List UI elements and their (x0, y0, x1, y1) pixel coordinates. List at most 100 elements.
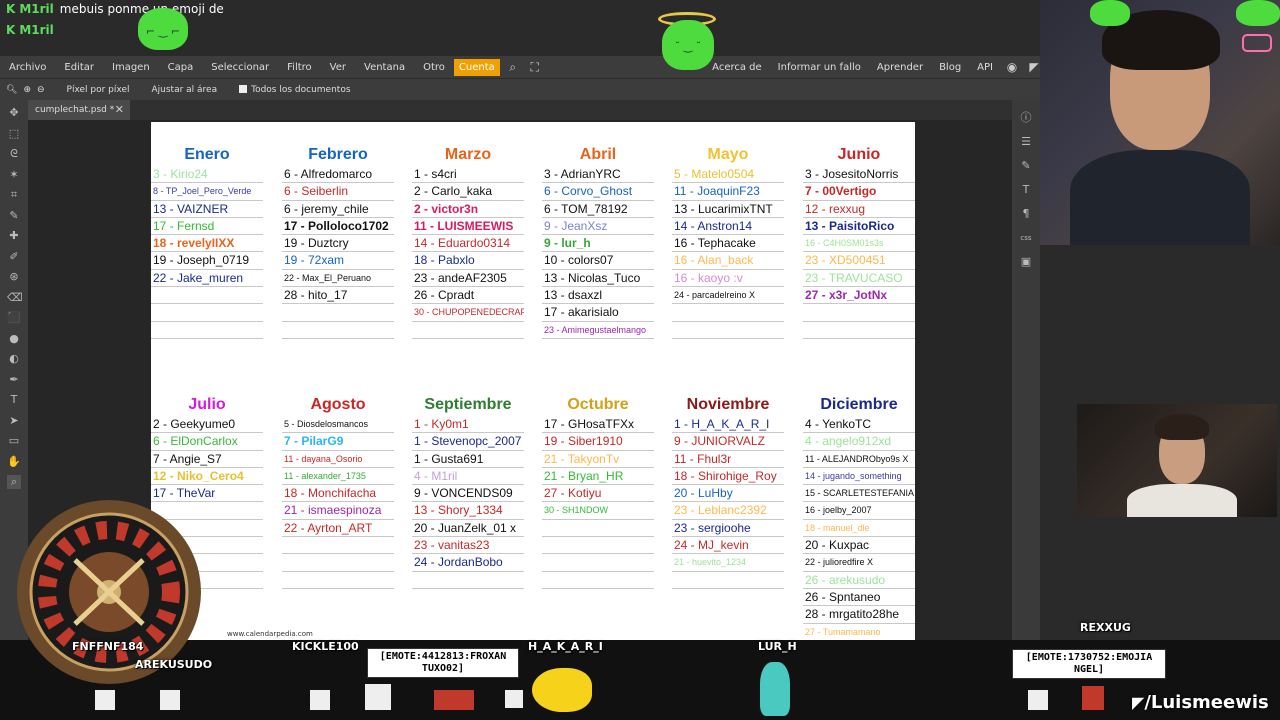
all-documents-option[interactable]: Todos los documentos (239, 85, 351, 95)
hand-icon[interactable]: 🔍︎ (6, 85, 17, 95)
overlay-name: H_A_K_A_R_I (528, 640, 603, 653)
reddit-icon[interactable]: ◉ (1005, 60, 1019, 74)
lasso-tool-icon[interactable]: ᘓ (7, 147, 21, 161)
menu-otro[interactable]: Otro (414, 62, 454, 73)
menu-archivo[interactable]: Archivo (0, 62, 55, 73)
menu-right-item[interactable]: Aprender (869, 62, 931, 73)
healing-brush-icon[interactable]: ✚ (7, 229, 21, 243)
angel-emote-icon: ˘ ‿ ˘ (662, 20, 714, 70)
birthday-entry: 12 - rexxug (803, 201, 915, 218)
birthday-entry: 6 - Seiberlin (282, 183, 394, 201)
chat-message: K M1ril mebuis ponme un emoji de (6, 2, 224, 16)
css-icon[interactable]: css (1018, 230, 1034, 246)
menu-bar: Archivo Editar Imagen Capa Seleccionar Filtro… (0, 56, 1045, 78)
birthday-entry: 23 - TRAVUCASO (803, 270, 915, 288)
birthday-entry: 19 - Duztcry (282, 235, 394, 253)
menu-right-item[interactable]: Informar un fallo (770, 62, 869, 73)
menu-right-item[interactable]: Acerca de (704, 62, 770, 73)
type-tool-icon[interactable]: T (7, 393, 21, 407)
brush-tool-icon[interactable]: ✐ (7, 250, 21, 264)
info-icon[interactable]: ⓘ (1018, 110, 1034, 126)
birthday-entry: 2 - Carlo_kaka (412, 183, 524, 201)
birthday-entry (672, 304, 784, 322)
dodge-tool-icon[interactable]: ◐ (7, 352, 21, 366)
birthday-entry: 11 - dayana_Osorio (282, 451, 394, 468)
document-tab-label: cumplechat.psd * (35, 105, 115, 115)
document-tab-bar: cumplechat.psd * ✕ (28, 100, 1045, 120)
menu-editar[interactable]: Editar (55, 62, 103, 73)
chat-message: K M1ril (6, 23, 60, 37)
menu-imagen[interactable]: Imagen (103, 62, 159, 73)
fit-area-button[interactable]: Ajustar al área (152, 85, 218, 95)
crop-tool-icon[interactable]: ⌗ (7, 188, 21, 202)
marquee-tool-icon[interactable]: ⬚ (7, 127, 21, 141)
brush-settings-icon[interactable]: ✎ (1018, 158, 1034, 174)
zoom-out-icon[interactable]: ⊖ (37, 85, 45, 95)
character-icon[interactable]: T (1018, 182, 1034, 198)
month-diciembre: Diciembre 4 - YenkoTC 4 - angelo912xd 11 - … (803, 394, 915, 640)
bucket-tool-icon[interactable]: ⬛ (7, 311, 21, 325)
eraser-icon[interactable]: ⌫ (7, 291, 23, 305)
menu-right-item[interactable]: Blog (931, 62, 969, 73)
birthday-entry: 18 - Monchifacha (282, 485, 394, 503)
month-title: Febrero (308, 146, 368, 163)
birthday-entry: 1 - s4cri (412, 166, 524, 184)
path-select-icon[interactable]: ➤ (7, 414, 21, 428)
blur-tool-icon[interactable]: ● (7, 332, 21, 346)
magic-wand-icon[interactable]: ✶ (7, 168, 21, 182)
overlay-name: LUR_H (758, 640, 797, 653)
birthday-entry: 1 - Gusta691 (412, 451, 524, 468)
birthday-entry: 2 - Geekyume0 (151, 416, 263, 434)
birthday-entry: 4 - YenkoTC (803, 416, 915, 434)
zoom-tool-icon[interactable]: ⌕ (7, 475, 21, 489)
zoom-in-icon[interactable]: ⊕ (23, 85, 31, 95)
move-tool-icon[interactable]: ✥ (7, 106, 21, 120)
webcam-shirt (1070, 150, 1250, 245)
birthday-entry: 23 - andeAF2305 (412, 270, 524, 288)
birthday-entry: 10 - colors07 (542, 252, 654, 270)
search-icon[interactable]: ⌕ (506, 60, 520, 74)
kick-icon: K (6, 2, 16, 16)
document-tab[interactable]: cumplechat.psd * ✕ (28, 100, 130, 120)
month-title: Diciembre (820, 396, 898, 413)
birthday-entry (282, 537, 394, 555)
shape-tool-icon[interactable]: ▭ (7, 434, 21, 448)
menu-filtro[interactable]: Filtro (278, 62, 321, 73)
pixel-sprite-icon (1082, 686, 1104, 710)
menu-cuenta[interactable]: Cuenta (453, 58, 500, 76)
paragraph-icon[interactable]: ¶ (1018, 206, 1034, 222)
layers-icon[interactable]: ☰ (1018, 134, 1034, 150)
month-marzo: Marzo 1 - s4cri 2 - Carlo_kaka 2 - victor3n… (412, 144, 524, 339)
menu-ver[interactable]: Ver (321, 62, 355, 73)
clone-stamp-icon[interactable]: ⊛ (7, 270, 21, 284)
birthday-entry: 11 - ALEJANDRObyo9s X (803, 451, 915, 468)
green-emote-icon (1090, 0, 1130, 26)
birthday-entry: 30 - SH1NDOW (542, 502, 654, 520)
birthday-entry (672, 322, 784, 339)
menu-ventana[interactable]: Ventana (355, 62, 414, 73)
birthday-entry: 11 - LUISMEEWIS (412, 218, 524, 236)
close-icon[interactable]: ✕ (115, 100, 124, 120)
pen-tool-icon[interactable]: ✒ (7, 373, 21, 387)
birthday-entry (151, 304, 263, 322)
birthday-entry: 23 - Leblanc2392 (672, 502, 784, 520)
birthday-entry: 13 - LucarimixTNT (672, 201, 784, 218)
month-febrero: Febrero 6 - Alfredomarco 6 - Seiberlin 6 - … (282, 144, 394, 339)
right-panel: ⓘ ☰ ✎ T ¶ css ▣ (1012, 100, 1040, 640)
menu-right-item[interactable]: API (969, 62, 1001, 73)
youtube-logo-icon (1242, 34, 1272, 52)
fullscreen-icon[interactable]: ⛶ (528, 60, 542, 74)
birthday-entry (803, 304, 915, 322)
twitter-icon[interactable]: ◤ (1027, 60, 1041, 74)
hand-tool-icon[interactable]: ✋ (7, 455, 21, 469)
all-documents-checkbox[interactable] (239, 85, 248, 93)
menu-capa[interactable]: Capa (159, 62, 203, 73)
birthday-entry: 3 - Kirio24 (151, 166, 263, 184)
birthday-entry: 16 - C4H0SM01s3s (803, 235, 915, 253)
eyedropper-icon[interactable]: ✎ (7, 209, 21, 223)
image-icon[interactable]: ▣ (1018, 254, 1034, 270)
birthday-entry (282, 572, 394, 589)
pixel-by-pixel-button[interactable]: Píxel por píxel (67, 85, 130, 95)
menu-seleccionar[interactable]: Seleccionar (202, 62, 278, 73)
birthday-entry: 21 - huevito_1234 (672, 554, 784, 572)
